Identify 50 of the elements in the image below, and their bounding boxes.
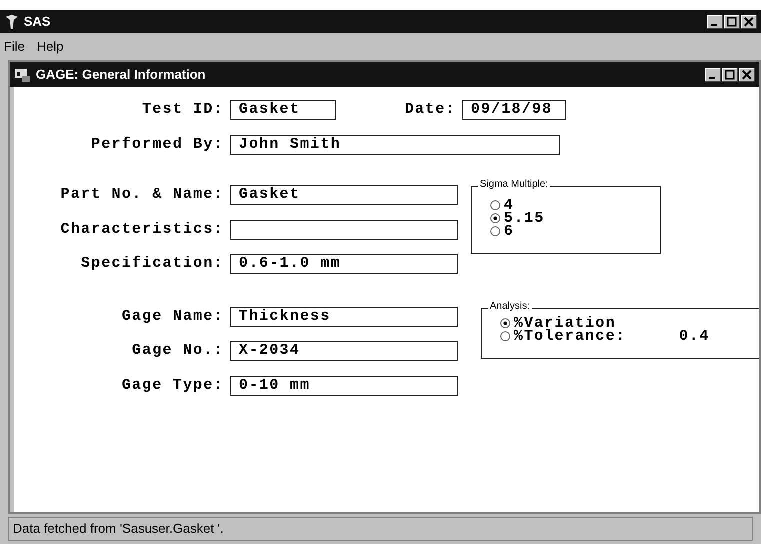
radio-button[interactable] [500, 318, 511, 328]
close-button[interactable] [741, 14, 757, 28]
text-field[interactable]: X-2034 [230, 341, 458, 362]
group-title: Sigma Multiple: [478, 178, 550, 192]
status-bar: Data fetched from 'Sasuser.Gasket '. [8, 517, 753, 541]
dialog-title: GAGE: General Information [36, 66, 206, 84]
menu-item[interactable]: File [4, 36, 25, 56]
field-label: Date: [404, 100, 456, 120]
maximize-button[interactable] [722, 68, 738, 82]
field-label: Specification: [80, 254, 224, 274]
radio-button[interactable] [490, 226, 501, 237]
group-title: Analysis: [488, 300, 532, 314]
close-button[interactable] [739, 68, 755, 82]
radio-label: 5.15 [504, 212, 545, 225]
text-field[interactable]: Gasket [230, 185, 458, 206]
text-field[interactable] [230, 220, 458, 240]
radio-button[interactable] [500, 330, 511, 342]
field-label: Part No. & Name: [60, 185, 224, 205]
field-label: Characteristics: [60, 220, 224, 240]
minimize-icon [710, 24, 716, 26]
form-window-icon [14, 66, 32, 82]
text-field[interactable]: 09/18/98 [462, 100, 566, 120]
field-label: Gage Type: [120, 376, 224, 396]
radio-label: 6 [504, 225, 514, 238]
text-field[interactable]: Gasket [230, 100, 336, 120]
radio-label: 4 [504, 199, 514, 212]
minimize-button[interactable] [705, 68, 721, 82]
menu-item[interactable]: Help [36, 36, 64, 56]
radio-label: %Variation [514, 316, 616, 330]
field-label: Gage No.: [131, 341, 224, 361]
maximize-button[interactable] [724, 14, 740, 28]
tolerance-value: 0.4 [679, 330, 710, 342]
field-label: Test ID: [141, 100, 224, 120]
text-field[interactable]: 0.6-1.0 mm [230, 254, 458, 274]
field-label: Gage Name: [120, 306, 224, 326]
radio-button[interactable] [490, 213, 501, 224]
app-logo-icon [4, 14, 20, 30]
text-field[interactable]: Thickness [230, 306, 458, 327]
close-icon [742, 16, 756, 28]
minimize-icon [708, 77, 714, 79]
text-field[interactable]: John Smith [230, 134, 560, 155]
field-label: Performed By: [90, 134, 224, 154]
minimize-button[interactable] [707, 14, 723, 28]
radio-button[interactable] [490, 200, 501, 211]
text-field[interactable]: 0-10 mm [230, 376, 458, 396]
radio-label: %Tolerance: [514, 330, 626, 342]
close-icon [740, 68, 754, 80]
maximize-icon [723, 68, 737, 80]
maximize-icon [725, 16, 739, 28]
window-title: SAS [24, 12, 51, 31]
